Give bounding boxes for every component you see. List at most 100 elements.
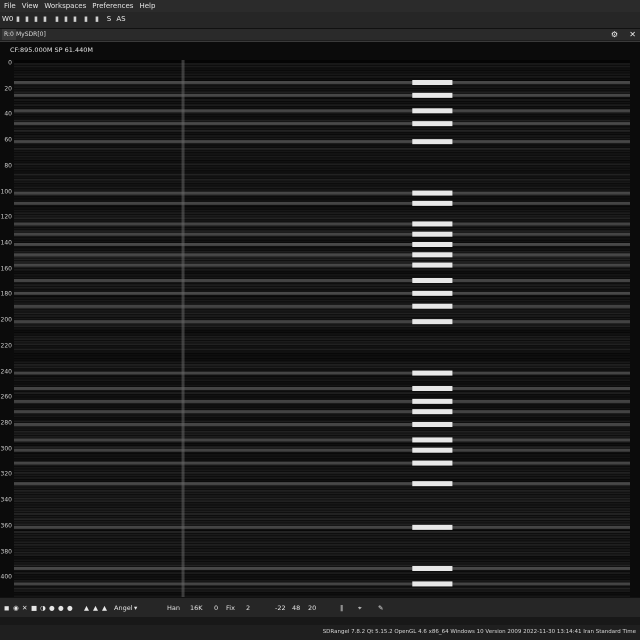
signal-row <box>14 482 630 486</box>
waterfall-row <box>14 183 630 186</box>
waterfall-row <box>14 299 630 302</box>
signal-row <box>14 232 630 236</box>
y-tick-label: 20 <box>4 85 12 93</box>
waterfall-row <box>14 394 630 397</box>
marker-icon[interactable]: ● <box>67 602 73 614</box>
waterfall-row <box>14 176 630 179</box>
channel-tx-icon[interactable]: ▮ <box>62 14 70 25</box>
signal-row <box>14 122 630 126</box>
clear-icon[interactable]: ✕ <box>22 602 27 614</box>
window-function-select[interactable]: Han <box>167 602 180 614</box>
spectrum-icon[interactable]: ▮ <box>71 14 79 25</box>
signal-burst <box>412 278 453 283</box>
signal-row <box>14 438 630 442</box>
waterfall-row <box>14 397 630 400</box>
waterfall-row <box>14 453 630 456</box>
waterfall-svg <box>14 60 630 606</box>
signal-row <box>14 222 630 226</box>
signal-row <box>14 567 630 570</box>
y-tick-label: 200 <box>0 316 12 324</box>
waterfall-row <box>14 297 630 299</box>
waterfall-row <box>14 181 630 184</box>
feature-icon[interactable]: ▮ <box>41 14 49 25</box>
stack-icon[interactable]: S <box>104 14 114 25</box>
histogram-icon[interactable]: ● <box>58 602 64 614</box>
settings-icon[interactable]: ⚙ <box>611 29 618 40</box>
ref-level-select[interactable]: -22 <box>275 602 286 614</box>
waterfall-row <box>14 459 630 461</box>
waterfall-row <box>14 492 630 495</box>
angle-select[interactable]: Angel <box>114 602 133 614</box>
separator <box>0 617 640 625</box>
waterfall-row <box>14 358 630 361</box>
autostack-icon[interactable]: AS <box>116 14 126 25</box>
waterfall-row <box>14 101 630 104</box>
mimo-device-icon[interactable]: ▮ <box>32 14 40 25</box>
waterfall-row <box>14 446 630 449</box>
menu-item-preferences[interactable]: Preferences <box>90 0 135 12</box>
signal-burst <box>412 252 453 258</box>
waterfall-row <box>14 487 630 490</box>
chevron-down-icon[interactable]: ▾ <box>134 602 137 614</box>
fft-size-select[interactable]: 16K <box>190 602 203 614</box>
waterfall-row <box>14 353 630 356</box>
y-axis: 0 20 40 60 80 100 120 140 160 180 200 220 240 260 280 3… <box>0 59 14 607</box>
range-select[interactable]: 48 <box>292 602 300 614</box>
overlap-value[interactable]: 0 <box>214 602 218 614</box>
y-tick-label: 0 <box>8 59 12 67</box>
menu-item-help[interactable]: Help <box>137 0 157 12</box>
freeze-icon[interactable]: ◼ <box>4 602 9 614</box>
avg-select[interactable]: 2 <box>246 602 250 614</box>
signal-row <box>14 320 630 324</box>
waterfall-row <box>14 315 630 317</box>
menu-item-view[interactable]: View <box>20 0 41 12</box>
signal-burst <box>412 319 453 325</box>
waterfall-row <box>14 363 630 366</box>
waterfall-row <box>14 88 630 91</box>
waterfall-plot[interactable] <box>14 60 630 606</box>
waterfall-row <box>14 443 630 446</box>
menu-item-file[interactable]: File <box>2 0 18 12</box>
waterfall-icon[interactable]: ● <box>49 602 55 614</box>
channel-rx-icon[interactable]: ▮ <box>53 14 61 25</box>
peak-icon[interactable]: ◑ <box>40 602 46 614</box>
signal-burst <box>412 221 453 227</box>
pause-icon[interactable]: ‖ <box>340 602 343 614</box>
triangle-icon[interactable]: ▲ <box>102 602 107 614</box>
calibration-icon[interactable]: ⌖ <box>358 602 362 614</box>
signal-row <box>14 387 630 390</box>
color-icon[interactable]: ■ <box>31 602 37 614</box>
window-icon[interactable]: ▮ <box>82 14 90 25</box>
signal-burst <box>412 581 453 587</box>
tx-device-icon[interactable]: ▮ <box>23 14 31 25</box>
signal-row <box>14 243 630 246</box>
triangle-icon[interactable]: ▲ <box>84 602 89 614</box>
waterfall-row <box>14 240 630 243</box>
close-icon[interactable]: ✕ <box>629 29 636 40</box>
y-tick-label: 280 <box>0 419 12 427</box>
fill-select[interactable]: Fix <box>226 602 235 614</box>
db-step-select[interactable]: 20 <box>308 602 316 614</box>
signal-row <box>14 371 630 375</box>
waterfall-row <box>14 351 630 353</box>
waterfall-row <box>14 276 630 279</box>
waterfall-row <box>14 160 630 163</box>
edit-icon[interactable]: ✎ <box>378 602 383 614</box>
waterfall-row <box>14 379 630 382</box>
device-tag[interactable]: R:0 <box>2 29 16 40</box>
y-tick-label: 120 <box>0 213 12 221</box>
rx-device-icon[interactable]: ▮ <box>14 14 22 25</box>
waterfall-row <box>14 577 630 580</box>
waterfall-row <box>14 590 630 593</box>
display-icon[interactable]: ◉ <box>13 602 19 614</box>
menu-item-workspaces[interactable]: Workspaces <box>42 0 88 12</box>
y-tick-label: 60 <box>4 136 12 144</box>
workspace-icon[interactable]: W0 <box>2 14 13 25</box>
waterfall-row <box>14 543 630 546</box>
triangle-icon[interactable]: ▲ <box>93 602 98 614</box>
waterfall-row <box>14 489 630 492</box>
signal-row <box>14 201 630 205</box>
waterfall-row <box>14 217 630 220</box>
y-tick-label: 180 <box>0 290 12 298</box>
tile-icon[interactable]: ▮ <box>93 14 101 25</box>
